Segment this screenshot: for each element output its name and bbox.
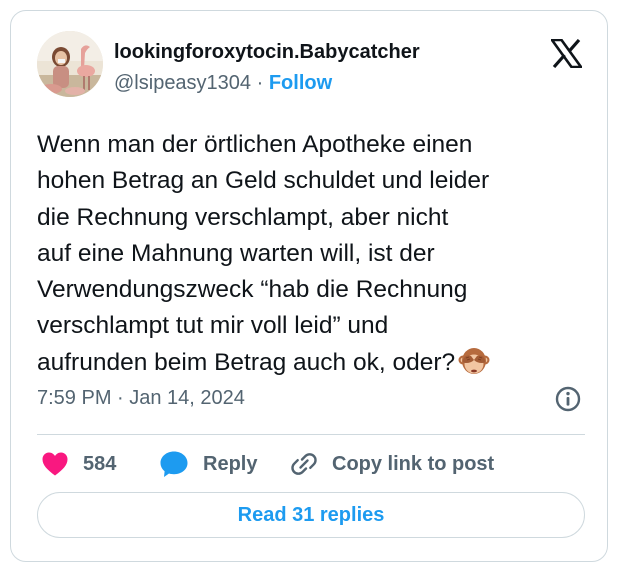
handle-separator: · [251,72,269,94]
follow-button[interactable]: Follow [269,72,332,94]
divider [37,434,585,435]
read-replies-label: Read 31 replies [237,503,385,526]
avatar-photo [37,31,103,97]
tweet-card: lookingforoxytocin.Babycatcher @lsipeasy… [10,10,608,562]
speech-bubble-icon [160,451,188,477]
tweet-body: Wenn man der örtlichen Apotheke einen ho… [37,131,490,376]
author-handle-row: @lsipeasy1304 · Follow [114,72,332,95]
copy-link-button[interactable]: Copy link to post [290,449,494,479]
avatar[interactable] [37,31,103,97]
read-replies-button[interactable]: Read 31 replies [37,492,585,538]
reply-button[interactable]: Reply [159,449,257,479]
x-logo-icon[interactable] [551,39,582,68]
info-icon[interactable] [554,385,582,413]
see-no-evil-monkey-emoji [458,345,490,388]
reply-label: Reply [203,452,258,475]
tweet-timestamp[interactable]: 7:59 PM · Jan 14, 2024 [37,387,245,410]
tweet-text: Wenn man der örtlichen Apotheke einen ho… [37,127,597,388]
like-button[interactable]: 584 [41,449,116,479]
author-handle[interactable]: @lsipeasy1304 [114,72,251,94]
copy-link-label: Copy link to post [332,452,495,475]
heart-icon [42,452,68,476]
link-icon [291,453,317,475]
like-count: 584 [83,452,117,475]
author-display-name[interactable]: lookingforoxytocin.Babycatcher [114,41,420,64]
